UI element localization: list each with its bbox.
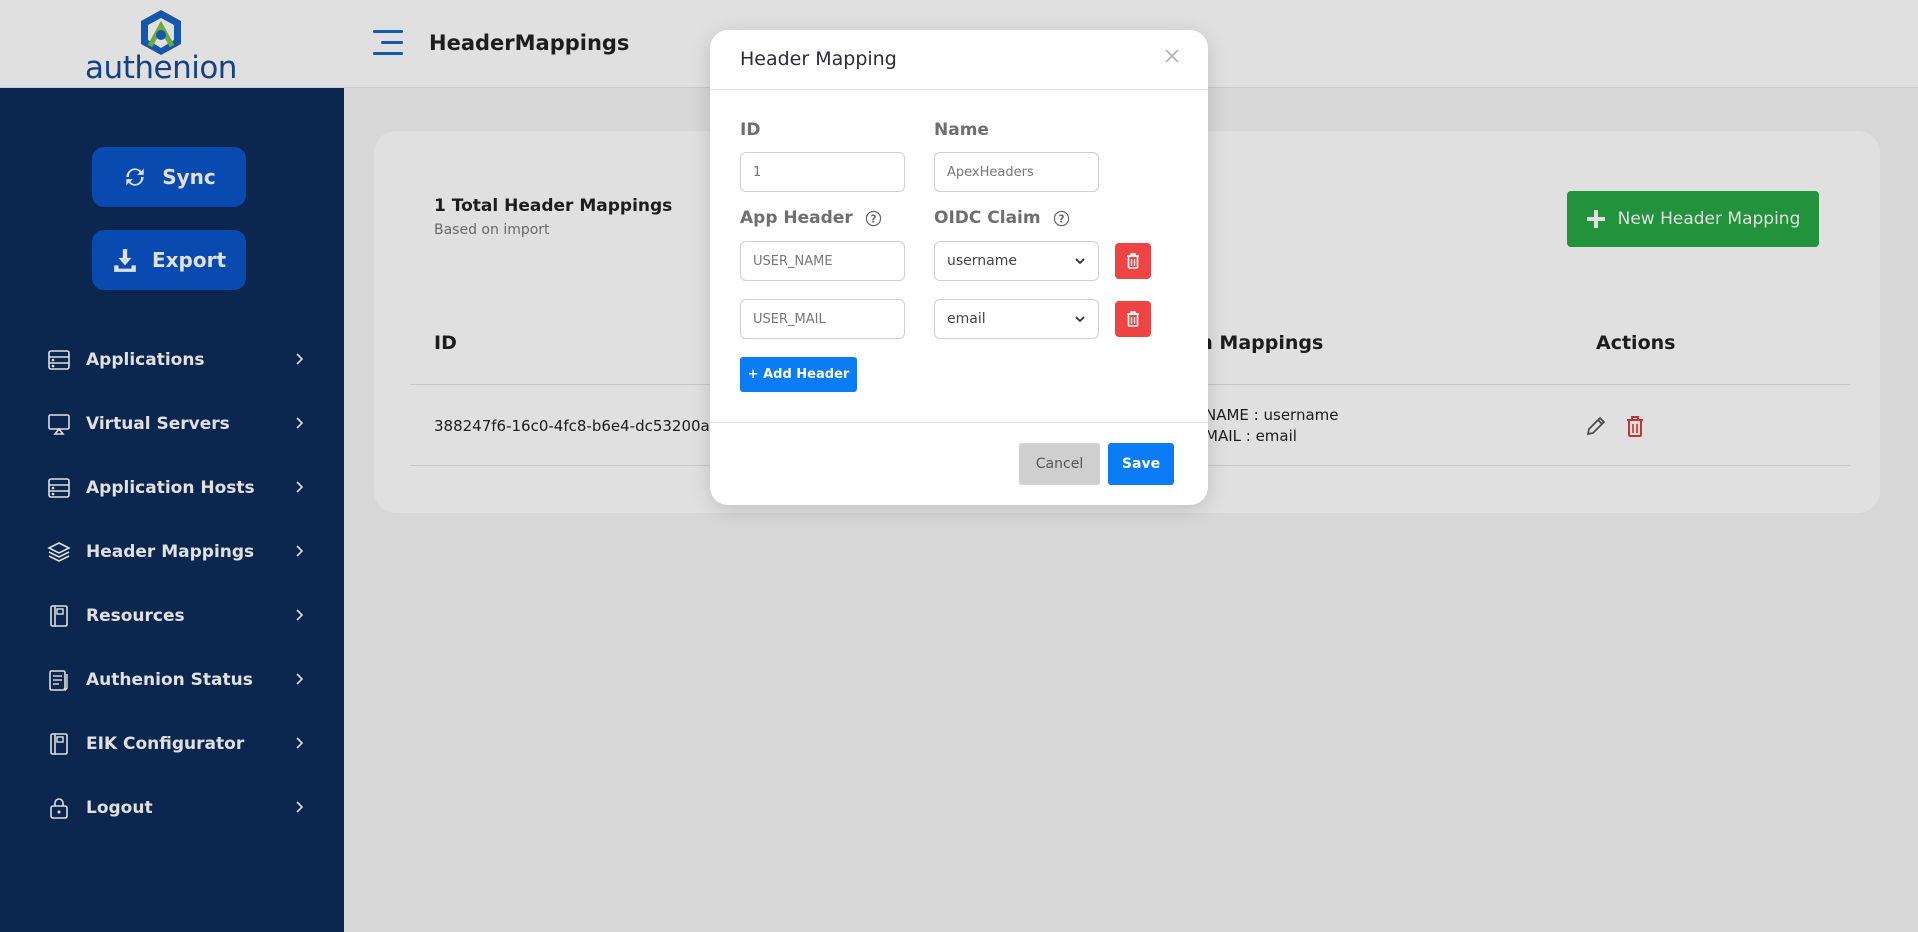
save-button[interactable]: Save bbox=[1108, 443, 1174, 485]
app-header-input[interactable]: USER_MAIL bbox=[740, 299, 905, 339]
oidc-claim-selected: username bbox=[947, 253, 1017, 269]
app-header-input[interactable]: USER_NAME bbox=[740, 241, 905, 281]
modal-footer-divider bbox=[710, 422, 1208, 423]
svg-text:?: ? bbox=[870, 213, 876, 225]
name-label: Name bbox=[934, 120, 989, 140]
oidc-claim-select[interactable]: username bbox=[934, 241, 1099, 281]
oidc-claim-select[interactable]: email bbox=[934, 299, 1099, 339]
chevron-down-icon bbox=[1075, 258, 1085, 265]
header-mapping-modal: Header Mapping ID Name 1 ApexHeaders App… bbox=[710, 30, 1208, 505]
id-label: ID bbox=[740, 120, 761, 140]
oidc-claim-label: OIDC Claim ? bbox=[934, 208, 1070, 228]
name-input[interactable]: ApexHeaders bbox=[934, 152, 1099, 192]
modal-header-divider bbox=[710, 89, 1208, 90]
id-input[interactable]: 1 bbox=[740, 152, 905, 192]
oidc-claim-selected: email bbox=[947, 311, 986, 327]
trash-icon bbox=[1127, 253, 1139, 269]
help-icon[interactable]: ? bbox=[865, 210, 882, 227]
trash-icon bbox=[1127, 311, 1139, 327]
close-icon[interactable] bbox=[1162, 46, 1182, 66]
add-header-button[interactable]: + Add Header bbox=[740, 357, 857, 392]
delete-mapping-button[interactable] bbox=[1115, 301, 1151, 337]
help-icon[interactable]: ? bbox=[1053, 210, 1070, 227]
delete-mapping-button[interactable] bbox=[1115, 243, 1151, 279]
cancel-button[interactable]: Cancel bbox=[1019, 443, 1100, 485]
chevron-down-icon bbox=[1075, 316, 1085, 323]
modal-title: Header Mapping bbox=[740, 48, 897, 70]
app-header-label: App Header ? bbox=[740, 208, 882, 228]
svg-text:?: ? bbox=[1058, 213, 1064, 225]
